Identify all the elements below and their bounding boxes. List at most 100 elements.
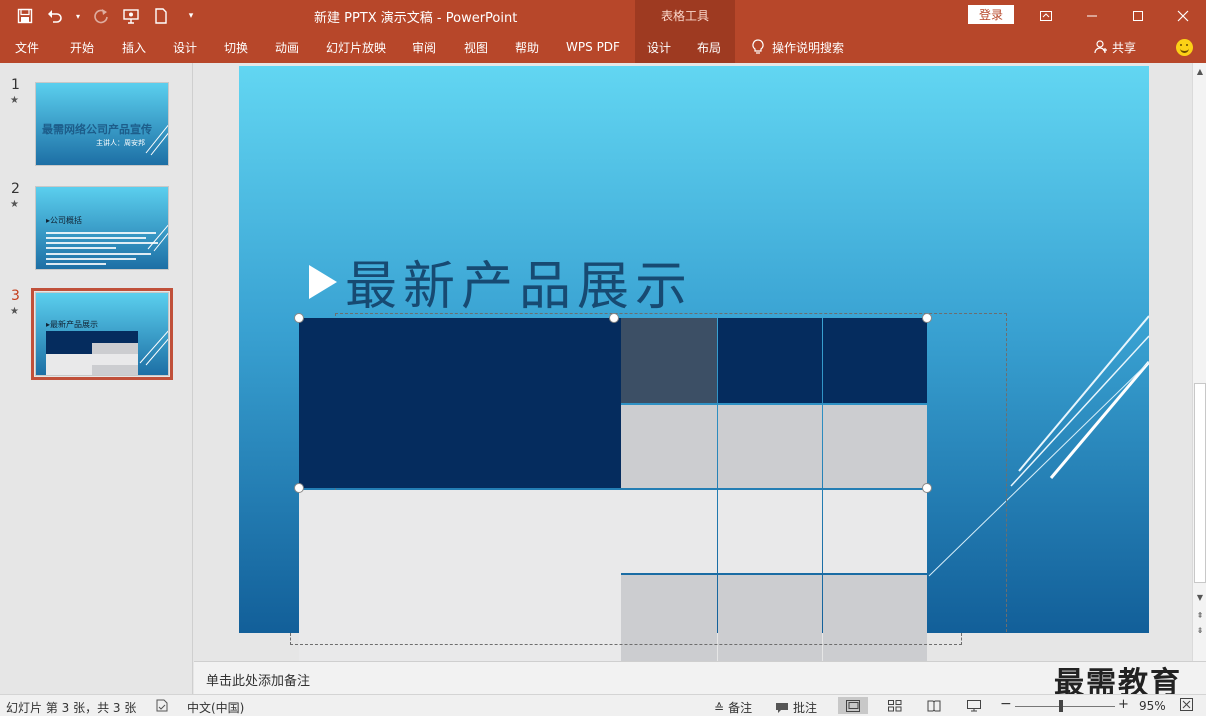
- minimize-icon[interactable]: [1069, 0, 1115, 31]
- tab-wps-pdf[interactable]: WPS PDF: [560, 31, 626, 63]
- notes-toggle-button[interactable]: ≙ 备注: [714, 699, 752, 716]
- tab-transitions[interactable]: 切换: [212, 31, 260, 63]
- tell-me-label: 操作说明搜索: [772, 40, 845, 55]
- table-cell[interactable]: [718, 490, 822, 573]
- tab-animations[interactable]: 动画: [263, 31, 311, 63]
- resize-handle[interactable]: [294, 483, 304, 493]
- tab-view[interactable]: 视图: [452, 31, 500, 63]
- reading-view-icon[interactable]: [919, 697, 949, 714]
- person-add-icon: [1094, 40, 1107, 54]
- document-title: 新建 PPTX 演示文稿 - PowerPoint: [314, 11, 518, 26]
- table-cell[interactable]: [718, 405, 822, 488]
- undo-icon[interactable]: [44, 5, 66, 27]
- slide-thumbnail-3[interactable]: ▸最新产品展示: [31, 288, 173, 380]
- notes-pane[interactable]: 单击此处添加备注 最需教育: [194, 661, 1206, 701]
- maximize-icon[interactable]: [1115, 0, 1161, 31]
- table-cell[interactable]: [621, 490, 717, 573]
- zoom-out-icon[interactable]: −: [1000, 696, 1012, 712]
- ribbon-display-options-icon[interactable]: [1023, 0, 1069, 31]
- tab-design[interactable]: 设计: [161, 31, 209, 63]
- undo-dropdown-icon[interactable]: ▾: [74, 5, 82, 27]
- feedback-smiley-icon[interactable]: [1176, 39, 1193, 56]
- next-slide-icon[interactable]: ⇟: [1195, 626, 1205, 636]
- table-tools-header: 表格工具: [635, 0, 735, 31]
- table-cell-overflow: [299, 633, 621, 661]
- language-indicator[interactable]: 中文(中国): [187, 699, 244, 716]
- tab-file[interactable]: 文件: [4, 31, 50, 63]
- table-cell[interactable]: [299, 318, 621, 488]
- slideshow-view-icon[interactable]: [959, 697, 989, 714]
- vertical-scrollbar[interactable]: ▲ ▼ ⇞ ⇟: [1192, 63, 1206, 661]
- new-document-icon[interactable]: [150, 5, 172, 27]
- slide-thumbnails-pane: 1 ★ 最需网络公司产品宣传 主讲人：周安邦 2 ★ ▸公司概括 3 ★ ▸最新…: [0, 63, 193, 694]
- slide-thumbnail-2[interactable]: ▸公司概括: [35, 186, 169, 270]
- tab-table-layout[interactable]: 布局: [683, 31, 735, 63]
- zoom-level[interactable]: 95%: [1139, 699, 1166, 713]
- tell-me-search[interactable]: 操作说明搜索: [752, 31, 844, 63]
- slide-title[interactable]: 最新产品展示: [309, 244, 693, 319]
- table-cell-selected[interactable]: [621, 318, 717, 403]
- table-cell[interactable]: [621, 575, 717, 633]
- thumb-deco-lines: [139, 330, 168, 366]
- tab-insert[interactable]: 插入: [110, 31, 158, 63]
- table-cell[interactable]: [299, 490, 621, 633]
- zoom-in-icon[interactable]: +: [1118, 697, 1129, 712]
- notes-toggle-label: 备注: [728, 701, 753, 715]
- table-cell[interactable]: [823, 575, 927, 633]
- table-cell[interactable]: [621, 405, 717, 488]
- spell-check-icon[interactable]: [155, 699, 169, 712]
- comments-toggle-button[interactable]: 批注: [775, 699, 817, 716]
- present-from-start-icon[interactable]: [120, 5, 142, 27]
- previous-slide-icon[interactable]: ⇞: [1195, 611, 1205, 621]
- zoom-slider[interactable]: [1015, 706, 1115, 707]
- scroll-up-icon[interactable]: ▲: [1195, 67, 1205, 77]
- slide-editing-area: 最新产品展示: [194, 63, 1192, 661]
- resize-handle[interactable]: [294, 313, 304, 323]
- save-icon[interactable]: [14, 5, 36, 27]
- notes-icon: ≙: [714, 700, 725, 715]
- table-cell[interactable]: [823, 490, 927, 573]
- scroll-down-icon[interactable]: ▼: [1195, 593, 1205, 603]
- share-button[interactable]: 共享: [1094, 31, 1136, 63]
- comments-toggle-label: 批注: [793, 701, 818, 715]
- login-button[interactable]: 登录: [968, 5, 1014, 24]
- thumb-deco-lines: [147, 224, 168, 252]
- comment-icon: [776, 702, 788, 713]
- table-cell[interactable]: [823, 318, 927, 403]
- tab-table-design[interactable]: 设计: [635, 31, 683, 63]
- lightbulb-icon: [752, 39, 764, 54]
- slide-thumbnail-1[interactable]: 最需网络公司产品宣传 主讲人：周安邦: [35, 82, 169, 166]
- tab-home[interactable]: 开始: [58, 31, 106, 63]
- tab-review[interactable]: 审阅: [400, 31, 448, 63]
- slide-canvas[interactable]: 最新产品展示: [239, 66, 1149, 633]
- tab-help[interactable]: 帮助: [503, 31, 551, 63]
- thumb-deco-lines: [145, 124, 168, 156]
- animation-star-icon: ★: [10, 95, 19, 106]
- scroll-thumb[interactable]: [1194, 383, 1206, 583]
- share-label: 共享: [1112, 40, 1137, 55]
- resize-handle[interactable]: [609, 313, 619, 323]
- notes-placeholder[interactable]: 单击此处添加备注: [206, 670, 310, 689]
- table-cell[interactable]: [718, 575, 822, 633]
- resize-handle[interactable]: [922, 483, 932, 493]
- thumb-number-3: 3: [11, 288, 20, 304]
- animation-star-icon: ★: [10, 306, 19, 317]
- redo-icon[interactable]: [90, 5, 112, 27]
- slide-sorter-view-icon[interactable]: [880, 697, 910, 714]
- table-cell-overflow: [823, 633, 927, 661]
- animation-star-icon: ★: [10, 199, 19, 210]
- frame-edge: [290, 644, 962, 645]
- slide-counter: 幻灯片 第 3 张，共 3 张: [6, 701, 137, 715]
- zoom-slider-knob[interactable]: [1059, 700, 1063, 712]
- close-icon[interactable]: [1160, 0, 1206, 31]
- customize-qat-icon[interactable]: ▾: [180, 5, 202, 27]
- table-cell[interactable]: [823, 405, 927, 488]
- resize-handle[interactable]: [922, 313, 932, 323]
- normal-view-icon[interactable]: [838, 697, 868, 714]
- fit-to-window-icon[interactable]: [1180, 698, 1193, 711]
- table-cell-overflow: [621, 633, 717, 661]
- table-cell[interactable]: [718, 318, 822, 403]
- thumb-number-1: 1: [11, 77, 20, 93]
- tab-slideshow[interactable]: 幻灯片放映: [320, 31, 392, 63]
- title-bar: ▾ ▾ 新建 PPTX 演示文稿 - PowerPoint 表格工具 登录: [0, 0, 1206, 31]
